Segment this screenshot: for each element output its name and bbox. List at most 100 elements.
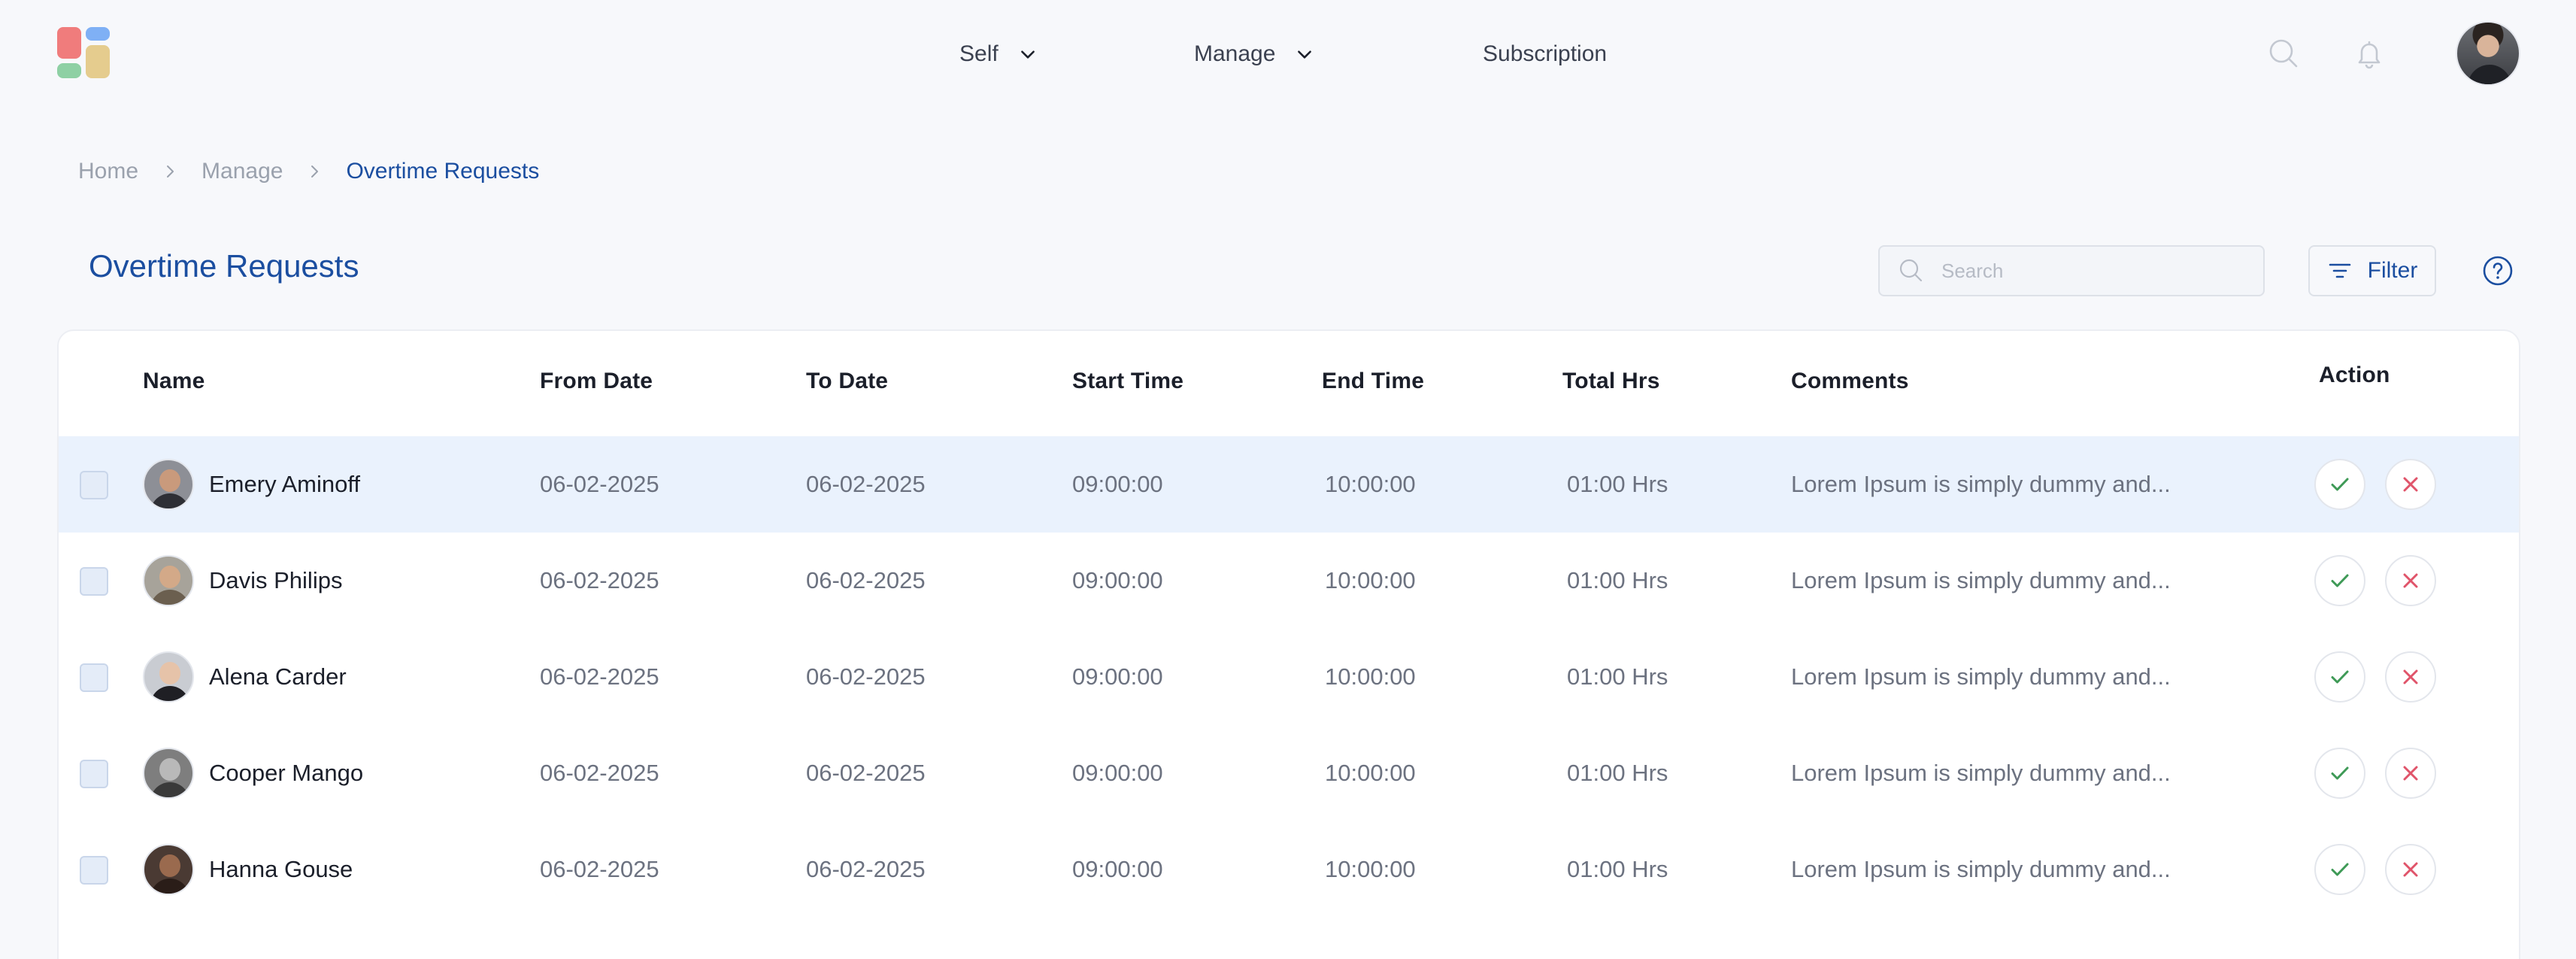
approve-button[interactable] [2314,459,2365,510]
chevron-down-icon [1295,44,1314,64]
row-comment: Lorem Ipsum is simply dummy and... [1791,760,2171,786]
search-icon [1899,259,1923,282]
table-row[interactable]: Alena Carder 06-02-2025 06-02-2025 09:00… [59,629,2519,725]
column-header-from-date[interactable]: From Date [540,369,653,394]
row-comment: Lorem Ipsum is simply dummy and... [1791,663,2171,690]
table-row[interactable]: Davis Philips 06-02-2025 06-02-2025 09:0… [59,533,2519,629]
row-from-date: 06-02-2025 [540,663,659,690]
row-checkbox[interactable] [80,471,108,499]
avatar [143,459,194,510]
row-total-hrs: 01:00 Hrs [1567,856,1668,882]
approve-button[interactable] [2314,748,2365,799]
row-end-time: 10:00:00 [1325,856,1416,882]
column-header-to-date[interactable]: To Date [806,369,888,394]
column-header-end-time[interactable]: End Time [1322,369,1424,394]
table-row[interactable]: Emery Aminoff 06-02-2025 06-02-2025 09:0… [59,436,2519,533]
row-checkbox[interactable] [80,856,108,885]
chevron-right-icon [305,162,323,181]
check-icon [2331,574,2349,587]
row-end-time: 10:00:00 [1325,760,1416,786]
row-name: Emery Aminoff [209,471,361,497]
reject-button[interactable] [2385,748,2436,799]
breadcrumb-current: Overtime Requests [346,159,540,184]
row-start-time: 09:00:00 [1072,567,1163,593]
row-end-time: 10:00:00 [1325,471,1416,497]
approve-button[interactable] [2314,651,2365,703]
avatar [143,844,194,895]
row-total-hrs: 01:00 Hrs [1567,663,1668,690]
row-comment: Lorem Ipsum is simply dummy and... [1791,567,2171,593]
row-checkbox[interactable] [80,567,108,596]
avatar [143,555,194,606]
nav-item-label: Self [959,41,999,66]
check-icon [2331,670,2349,684]
close-icon [2403,862,2418,877]
check-icon [2331,766,2349,780]
row-name: Davis Philips [209,567,343,593]
close-icon [2403,573,2418,588]
row-start-time: 09:00:00 [1072,471,1163,497]
top-navigation-bar: Self Manage Subscription [0,0,2576,107]
breadcrumb-home[interactable]: Home [78,159,138,184]
approve-button[interactable] [2314,844,2365,895]
help-icon[interactable] [2481,254,2514,287]
close-icon [2403,477,2418,492]
row-checkbox[interactable] [80,663,108,692]
nav-item-subscription[interactable]: Subscription [1483,39,1607,69]
chevron-right-icon [161,162,179,181]
column-header-start-time[interactable]: Start Time [1072,369,1183,394]
user-avatar[interactable] [2456,21,2520,86]
filter-button[interactable]: Filter [2308,245,2436,296]
row-start-time: 09:00:00 [1072,663,1163,690]
row-name: Alena Carder [209,663,347,690]
row-name: Hanna Gouse [209,856,353,882]
search-icon[interactable] [2266,36,2301,71]
row-total-hrs: 01:00 Hrs [1567,471,1668,497]
row-start-time: 09:00:00 [1072,760,1163,786]
reject-button[interactable] [2385,844,2436,895]
row-to-date: 06-02-2025 [806,760,926,786]
breadcrumb-manage[interactable]: Manage [202,159,283,184]
search-input[interactable] [1941,259,2242,283]
logo-block-blue [86,27,110,41]
table-row[interactable]: Hanna Gouse 06-02-2025 06-02-2025 09:00:… [59,821,2519,918]
column-header-total-hrs[interactable]: Total Hrs [1562,369,1660,394]
row-from-date: 06-02-2025 [540,760,659,786]
column-header-action: Action [2319,363,2390,387]
filter-label: Filter [2367,258,2418,283]
nav-item-label: Subscription [1483,41,1608,66]
page-title: Overtime Requests [89,248,359,284]
reject-button[interactable] [2385,651,2436,703]
filter-icon [2329,263,2350,278]
approve-button[interactable] [2314,555,2365,606]
nav-item-label: Manage [1194,41,1276,66]
row-checkbox[interactable] [80,760,108,788]
column-header-comments[interactable]: Comments [1791,369,1909,394]
nav-item-manage[interactable]: Manage [1194,39,1314,69]
row-comment: Lorem Ipsum is simply dummy and... [1791,856,2171,882]
row-to-date: 06-02-2025 [806,471,926,497]
reject-button[interactable] [2385,459,2436,510]
row-to-date: 06-02-2025 [806,567,926,593]
row-from-date: 06-02-2025 [540,471,659,497]
table-header: Name From Date To Date Start Time End Ti… [59,331,2519,436]
row-total-hrs: 01:00 Hrs [1567,567,1668,593]
breadcrumb: Home Manage Overtime Requests [78,156,539,187]
bell-icon[interactable] [2352,36,2387,71]
column-header-name[interactable]: Name [143,369,205,394]
chevron-down-icon [1018,44,1038,64]
row-end-time: 10:00:00 [1325,567,1416,593]
avatar [143,748,194,799]
row-end-time: 10:00:00 [1325,663,1416,690]
check-icon [2331,863,2349,876]
row-from-date: 06-02-2025 [540,567,659,593]
row-name: Cooper Mango [209,760,364,786]
close-icon [2403,766,2418,781]
row-to-date: 06-02-2025 [806,856,926,882]
nav-item-self[interactable]: Self [959,39,1038,69]
search-field[interactable] [1878,245,2265,296]
reject-button[interactable] [2385,555,2436,606]
app-logo[interactable] [57,27,110,78]
table-row[interactable]: Cooper Mango 06-02-2025 06-02-2025 09:00… [59,725,2519,821]
check-icon [2331,478,2349,491]
